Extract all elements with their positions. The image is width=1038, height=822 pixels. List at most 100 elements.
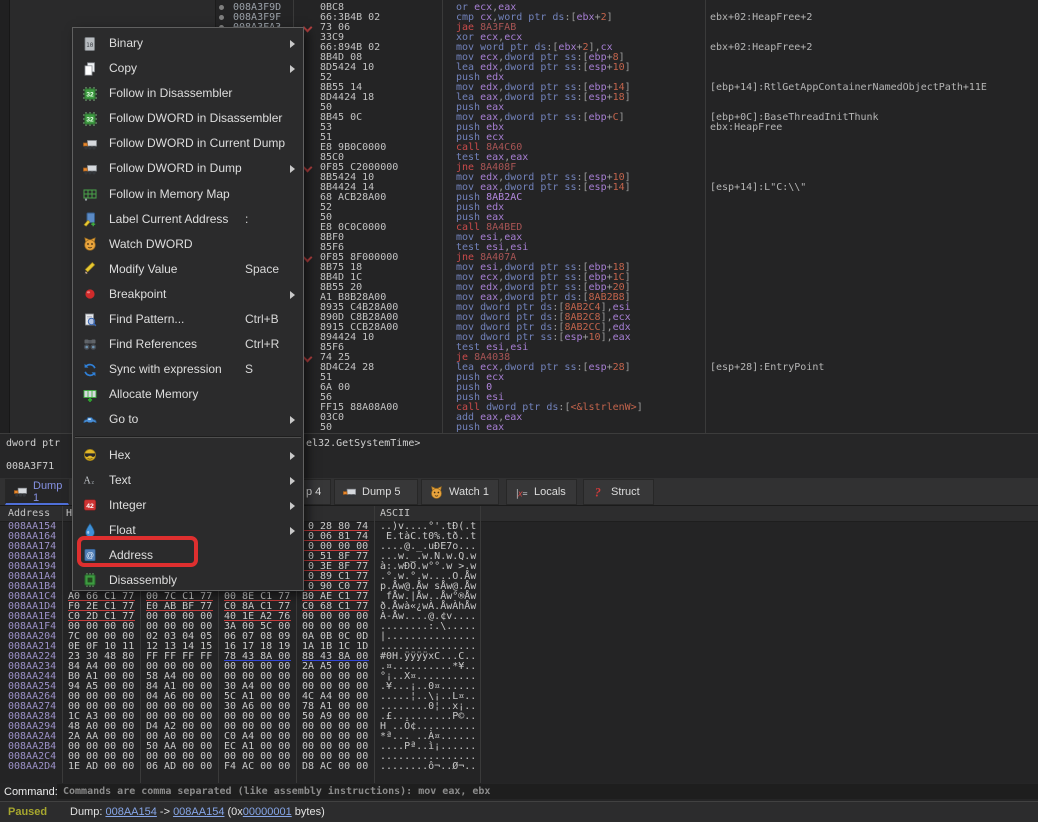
dump-size-open: (0x bbox=[224, 806, 242, 818]
submenu-arrow-icon bbox=[290, 291, 295, 299]
pencil-icon bbox=[82, 261, 98, 277]
dump-hex-group: 00 00 00 00 bbox=[224, 672, 291, 681]
menu-item-follow-dword-in-disassembler[interactable]: 32Follow DWORD in Disassembler bbox=[73, 106, 303, 131]
dump-size-close: bytes) bbox=[292, 806, 325, 818]
dump-hex-group: 0 3E 8F 77 bbox=[302, 562, 369, 571]
dump-header-address: Address bbox=[8, 506, 50, 521]
dump-hex-group: 84 A4 00 00 bbox=[68, 662, 135, 671]
dump-hex-group: 1E AD 00 00 bbox=[68, 762, 135, 771]
cpu-chip-32-icon: 32 bbox=[82, 111, 98, 127]
dump-hex-group: 06 AD 00 00 bbox=[146, 762, 213, 771]
menu-item-find-pattern[interactable]: Find Pattern...Ctrl+B bbox=[73, 307, 303, 332]
svg-text:10: 10 bbox=[86, 42, 94, 49]
submenu-arrow-icon bbox=[290, 40, 295, 48]
dump-hex-group: 40 1E A2 76 bbox=[224, 612, 291, 621]
tab-label: Dump 5 bbox=[362, 486, 401, 498]
submenu-arrow-icon bbox=[290, 452, 295, 460]
dump-to-address-link[interactable]: 008AA154 bbox=[173, 806, 224, 818]
breakpoint-gutter-dot[interactable] bbox=[219, 5, 224, 10]
dump-hex-group: 00 00 00 00 bbox=[302, 722, 369, 731]
menu-item-text[interactable]: AzText bbox=[73, 468, 303, 493]
tab-watch-1[interactable]: Watch 1 bbox=[421, 479, 499, 505]
menu-item-hex[interactable]: Hex bbox=[73, 443, 303, 468]
menu-item-disassembly[interactable]: Disassembly bbox=[73, 568, 303, 593]
menu-item-follow-dword-in-current-dump[interactable]: Follow DWORD in Current Dump bbox=[73, 131, 303, 156]
dump-hex-group: 00 00 00 00 bbox=[224, 712, 291, 721]
menu-item-follow-in-memory-map[interactable]: Follow in Memory Map bbox=[73, 182, 303, 207]
menu-item-label: Modify Value bbox=[109, 262, 177, 276]
dump-hex-group: 00 00 00 00 bbox=[302, 612, 369, 621]
menu-item-label: Disassembly bbox=[109, 573, 177, 587]
dump-hex-group: 0 00 00 00 bbox=[302, 542, 369, 551]
menu-item-breakpoint[interactable]: Breakpoint bbox=[73, 282, 303, 307]
breakpoint-gutter-dot[interactable] bbox=[219, 15, 224, 20]
dump-hex-group: D8 AC 00 00 bbox=[302, 762, 369, 771]
menu-item-shortcut: S bbox=[245, 362, 253, 376]
dump-hex-group: 0 51 8F 77 bbox=[302, 552, 369, 561]
menu-item-go-to[interactable]: Go to bbox=[73, 407, 303, 432]
tab-struct[interactable]: ?Struct bbox=[583, 479, 654, 505]
menu-item-allocate-memory[interactable]: Allocate Memory bbox=[73, 382, 303, 407]
menu-item-binary[interactable]: 10Binary bbox=[73, 31, 303, 56]
dump-hex-group: EC A1 00 00 bbox=[224, 742, 291, 751]
disassembly-chip-icon bbox=[82, 572, 98, 588]
highlight-annotation bbox=[77, 536, 198, 567]
sync-arrows-icon bbox=[82, 362, 98, 378]
menu-item-label: Copy bbox=[109, 61, 137, 75]
copy-icon bbox=[82, 61, 98, 77]
dump-header-ascii: ASCII bbox=[380, 506, 410, 521]
disasm-row[interactable]: 66:3B4B 02cmp cx,word ptr ds:[ebx+2]ebx+… bbox=[0, 13, 1038, 23]
svg-text:z: z bbox=[92, 480, 95, 486]
dump-hex-group: 0 90 C0 77 bbox=[302, 582, 369, 591]
dump-from-address-link[interactable]: 008AA154 bbox=[105, 806, 156, 818]
menu-item-modify-value[interactable]: Modify ValueSpace bbox=[73, 257, 303, 282]
dump-truck-icon bbox=[13, 484, 28, 499]
tab-dump-1[interactable]: Dump 1 bbox=[5, 479, 69, 505]
menu-item-sync-with-expression[interactable]: Sync with expressionS bbox=[73, 357, 303, 382]
menu-item-follow-dword-in-dump[interactable]: Follow DWORD in Dump bbox=[73, 156, 303, 181]
tab-locals[interactable]: |x=Locals bbox=[506, 479, 577, 505]
command-input[interactable]: Commands are comma separated (like assem… bbox=[57, 784, 1038, 799]
dump-hex-group: 00 00 00 00 bbox=[68, 702, 135, 711]
dump-hex-group: F0 2E C1 77 bbox=[68, 602, 135, 611]
menu-item-copy[interactable]: Copy bbox=[73, 56, 303, 81]
menu-item-follow-in-disassembler[interactable]: 32Follow in Disassembler bbox=[73, 81, 303, 106]
dump-hex-group: 58 A4 00 00 bbox=[146, 672, 213, 681]
disasm-comment: ebx+02:HeapFree+2 bbox=[710, 13, 812, 23]
car-icon bbox=[82, 412, 98, 428]
dump-hex-group: 00 7C C1 77 bbox=[146, 592, 213, 601]
jump-arrow-icon bbox=[303, 353, 313, 363]
command-bar: Command: Commands are comma separated (l… bbox=[0, 783, 1038, 801]
dump-hex-group: 78 43 8A 00 bbox=[224, 652, 291, 661]
menu-item-label: Follow in Memory Map bbox=[109, 187, 230, 201]
menu-item-find-references[interactable]: Find ReferencesCtrl+R bbox=[73, 332, 303, 357]
dump-hex-group: 00 00 00 00 bbox=[302, 742, 369, 751]
tab-dump-5[interactable]: Dump 5 bbox=[334, 479, 418, 505]
dump-hex-group: 7C 00 00 00 bbox=[68, 632, 135, 641]
dump-truck-icon bbox=[342, 485, 357, 500]
svg-text:=: = bbox=[522, 488, 527, 498]
menu-item-label: Hex bbox=[109, 448, 130, 462]
dump-hex-group: 00 00 00 00 bbox=[146, 662, 213, 671]
menu-item-label-current-address[interactable]: Label Current Address: bbox=[73, 207, 303, 232]
context-menu: 10BinaryCopy32Follow in Disassembler32Fo… bbox=[72, 27, 304, 591]
dump-hex-group: 00 00 00 00 bbox=[68, 752, 135, 761]
submenu-arrow-icon bbox=[290, 477, 295, 485]
locals-x-icon: |x= bbox=[514, 485, 529, 500]
dump-row[interactable]: 008AA2D41E AD 00 0006 AD 00 00F4 AC 00 0… bbox=[0, 762, 1038, 772]
dump-hex-group: 5C A1 00 00 bbox=[224, 692, 291, 701]
memory-map-icon bbox=[82, 186, 98, 202]
dump-hex-group: 12 13 14 15 bbox=[146, 642, 213, 651]
menu-item-label: Go to bbox=[109, 412, 138, 426]
menu-item-watch-dword[interactable]: Watch DWORD bbox=[73, 232, 303, 257]
dump-hex-group: 00 00 00 00 bbox=[146, 712, 213, 721]
binary-file-icon: 10 bbox=[82, 36, 98, 52]
dump-hex-group: E0 AB BF 77 bbox=[146, 602, 213, 611]
disasm-comment: [ebp+14]:RtlGetAppContainerNamedObjectPa… bbox=[710, 83, 987, 93]
menu-separator bbox=[73, 436, 303, 443]
dump-hex-group: 00 00 00 00 bbox=[224, 722, 291, 731]
magnifier-page-icon bbox=[82, 312, 98, 328]
dump-hex-group: FF FF FF FF bbox=[146, 652, 213, 661]
dump-size-link[interactable]: 00000001 bbox=[243, 806, 292, 818]
menu-item-integer[interactable]: 42Integer bbox=[73, 493, 303, 518]
